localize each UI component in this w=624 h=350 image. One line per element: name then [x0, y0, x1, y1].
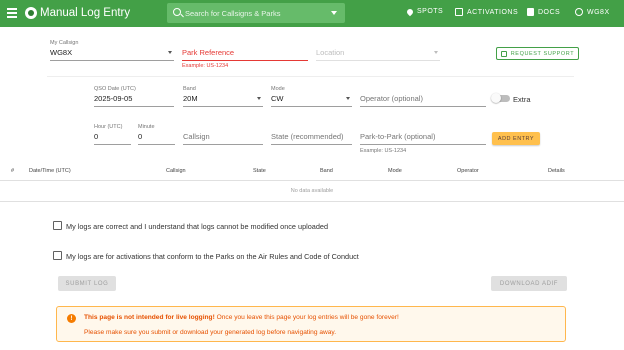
calendar-icon [455, 8, 463, 16]
map-pin-icon [405, 7, 415, 16]
band-label: Band [183, 86, 196, 92]
add-box-icon [500, 50, 507, 57]
mode-label: Mode [271, 86, 285, 92]
column-header-state[interactable]: State [253, 168, 266, 174]
pota-logo-icon[interactable] [25, 7, 37, 19]
document-icon [527, 8, 534, 16]
divider [47, 76, 574, 77]
search-input[interactable]: Search for Callsigns & Parks [167, 3, 345, 23]
chevron-down-icon [346, 97, 350, 100]
nav-label: ACTIVATIONS [467, 8, 519, 16]
my-callsign-select[interactable]: My Callsign WG8X [50, 40, 174, 61]
logs-correct-checkbox[interactable] [53, 221, 62, 230]
my-callsign-label: My Callsign [50, 40, 79, 46]
minute-label: Minute [138, 124, 155, 130]
page-title: Manual Log Entry [40, 7, 131, 19]
warning-icon: ! [67, 314, 76, 323]
extra-toggle-label: Extra [513, 95, 531, 104]
minute-input[interactable]: Minute 0 [138, 124, 175, 145]
chevron-down-icon [257, 97, 261, 100]
logs-correct-label[interactable]: My logs are correct and I understand tha… [66, 222, 328, 231]
operator-input[interactable]: Operator (optional) [360, 86, 486, 107]
callsign-input[interactable]: Callsign [183, 124, 263, 145]
location-select[interactable]: Location [316, 40, 440, 61]
column-header-band[interactable]: Band [320, 168, 333, 174]
mode-select[interactable]: Mode CW [271, 86, 352, 107]
logs-conform-checkbox[interactable] [53, 251, 62, 260]
submit-log-button[interactable]: SUBMIT LOG [58, 276, 116, 291]
operator-placeholder: Operator (optional) [360, 94, 423, 103]
extra-toggle[interactable] [491, 93, 510, 103]
nav-label: WG8X [587, 8, 610, 16]
app-bar: Manual Log Entry Search for Callsigns & … [0, 0, 624, 27]
hour-label: Hour (UTC) [94, 124, 123, 130]
column-header-number[interactable]: # [11, 168, 14, 174]
hour-value: 0 [94, 132, 99, 141]
logs-conform-label[interactable]: My logs are for activations that conform… [66, 252, 359, 261]
minute-value: 0 [138, 132, 143, 141]
park-to-park-placeholder: Park-to-Park (optional) [360, 132, 436, 141]
nav-account[interactable]: WG8X [575, 8, 610, 16]
park-reference-input[interactable]: Park Reference Example: US-1234 [182, 40, 308, 70]
park-reference-placeholder: Park Reference [182, 48, 235, 57]
mode-value: CW [271, 94, 284, 103]
search-icon [173, 8, 181, 16]
qso-date-label: QSO Date (UTC) [94, 86, 136, 92]
alert-bold-text: This page is not intended for live loggi… [84, 314, 215, 321]
state-placeholder: State (recommended) [271, 132, 344, 141]
search-placeholder: Search for Callsigns & Parks [185, 9, 281, 18]
table-header-divider [0, 180, 624, 181]
column-header-operator[interactable]: Operator [457, 168, 479, 174]
menu-icon[interactable] [7, 8, 17, 18]
chevron-down-icon [168, 51, 172, 54]
location-placeholder: Location [316, 48, 345, 57]
park-reference-hint: Example: US-1234 [182, 63, 229, 69]
hour-input[interactable]: Hour (UTC) 0 [94, 124, 131, 145]
alert-rest-text: Once you leave this page your log entrie… [214, 314, 399, 321]
nav-label: DOCS [538, 8, 561, 16]
state-input[interactable]: State (recommended) [271, 124, 352, 145]
download-adif-button[interactable]: DOWNLOAD ADIF [491, 276, 567, 291]
column-header-datetime[interactable]: Date/Time (UTC) [29, 168, 71, 174]
qso-date-input[interactable]: QSO Date (UTC) 2025-09-05 [94, 86, 174, 107]
chevron-down-icon[interactable] [331, 11, 337, 15]
nav-label: SPOTS [417, 8, 444, 15]
callsign-placeholder: Callsign [183, 132, 210, 141]
globe-icon [575, 8, 583, 16]
alert-message: This page is not intended for live loggi… [84, 314, 399, 321]
request-support-button[interactable]: REQUEST SUPPORT [496, 47, 579, 60]
column-header-mode[interactable]: Mode [388, 168, 402, 174]
nav-spots[interactable]: SPOTS [405, 7, 444, 16]
park-to-park-hint: Example: US-1234 [360, 148, 407, 154]
qso-date-value: 2025-09-05 [94, 94, 133, 103]
park-to-park-input[interactable]: Park-to-Park (optional) Example: US-1234 [360, 124, 486, 156]
table-bottom-divider [0, 201, 624, 202]
chevron-down-icon [434, 51, 438, 54]
add-entry-button[interactable]: ADD ENTRY [492, 132, 540, 145]
request-support-label: REQUEST SUPPORT [510, 50, 575, 57]
column-header-details[interactable]: Details [548, 168, 565, 174]
nav-activations[interactable]: ACTIVATIONS [455, 8, 518, 16]
nav-docs[interactable]: DOCS [527, 8, 560, 16]
column-header-callsign[interactable]: Callsign [166, 168, 186, 174]
band-value: 20M [183, 94, 198, 103]
band-select[interactable]: Band 20M [183, 86, 263, 107]
my-callsign-value: WG8X [50, 48, 73, 57]
alert-reminder: Please make sure you submit or download … [84, 329, 337, 336]
warning-alert: ! This page is not intended for live log… [56, 306, 566, 342]
empty-table-message: No data available [290, 188, 334, 194]
